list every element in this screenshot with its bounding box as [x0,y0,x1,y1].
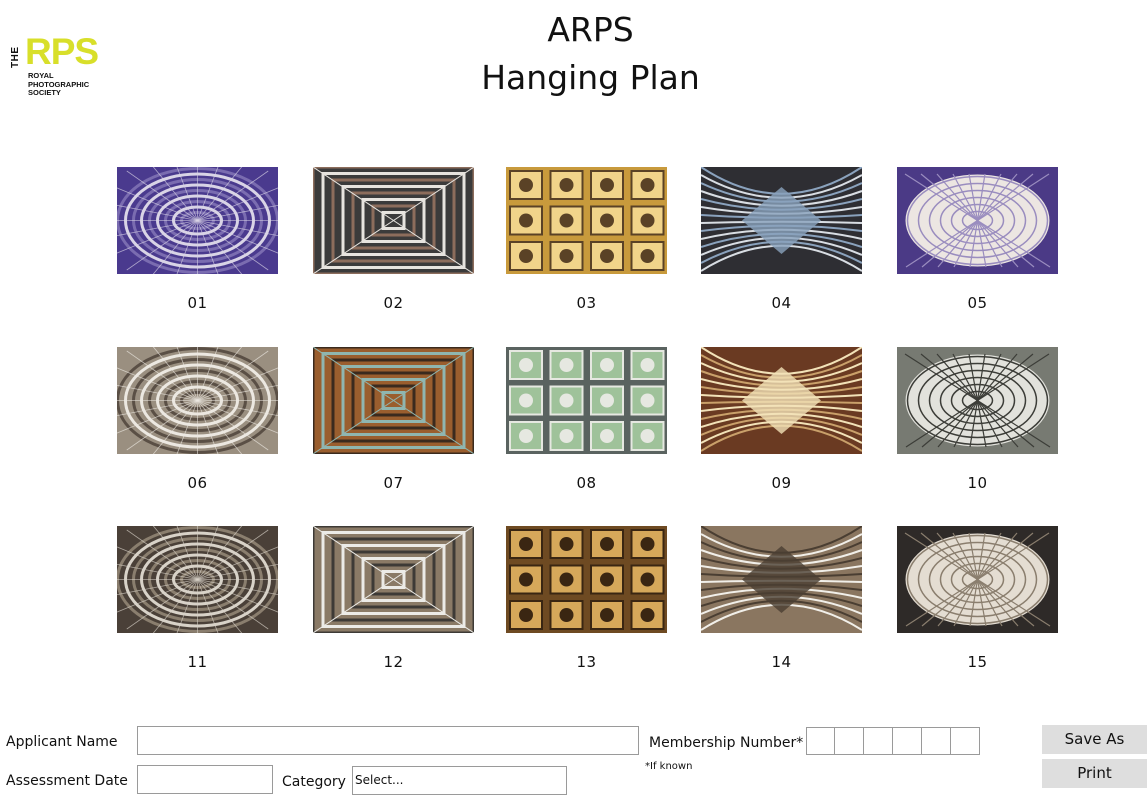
hanging-image-graphic [117,347,278,454]
hanging-image-10 [897,347,1058,454]
image-number-label: 01 [187,294,208,312]
hanging-image-03 [506,167,667,274]
hanging-image-09 [701,347,862,454]
membership-number-cell[interactable] [835,727,864,755]
membership-number-cell[interactable] [922,727,951,755]
membership-number-cell[interactable] [806,727,835,755]
hanging-image-07 [313,347,474,454]
hanging-image-14 [701,526,862,633]
image-number-label: 03 [576,294,597,312]
hanging-image-06 [117,347,278,454]
hanging-image-graphic [313,167,474,274]
image-number-label: 12 [383,653,404,671]
image-number-label: 08 [576,474,597,492]
membership-note: *If known [645,761,693,772]
hanging-image-01 [117,167,278,274]
image-number-label: 02 [383,294,404,312]
hanging-image-graphic [701,167,862,274]
hanging-image-graphic [313,347,474,454]
image-number-label: 09 [771,474,792,492]
hanging-image-graphic [897,167,1058,274]
hanging-image-11 [117,526,278,633]
applicant-name-label: Applicant Name [6,734,118,750]
hanging-image-05 [897,167,1058,274]
hanging-image-graphic [897,526,1058,633]
hanging-image-13 [506,526,667,633]
category-selected-value: Select... [355,773,404,787]
hanging-image-04 [701,167,862,274]
hanging-image-graphic [897,347,1058,454]
category-label: Category [282,774,346,790]
membership-number-cell[interactable] [951,727,980,755]
hanging-image-graphic [506,347,667,454]
page-title-line1: ARPS [547,10,634,49]
image-number-label: 14 [771,653,792,671]
hanging-image-graphic [117,167,278,274]
category-select[interactable]: Select... [352,766,567,795]
membership-number-label: Membership Number* [649,735,804,751]
hanging-image-graphic [506,526,667,633]
hanging-image-graphic [313,526,474,633]
membership-number-cell[interactable] [893,727,922,755]
hanging-image-graphic [117,526,278,633]
save-as-button[interactable]: Save As [1042,725,1147,754]
print-button[interactable]: Print [1042,759,1147,788]
image-number-label: 15 [967,653,988,671]
image-number-label: 07 [383,474,404,492]
hanging-image-15 [897,526,1058,633]
assessment-date-label: Assessment Date [6,773,128,789]
page-title: ARPS Hanging Plan [0,6,1147,102]
image-number-label: 06 [187,474,208,492]
image-number-label: 13 [576,653,597,671]
applicant-name-input[interactable] [137,726,639,755]
image-number-label: 11 [187,653,208,671]
image-number-label: 05 [967,294,988,312]
image-number-label: 04 [771,294,792,312]
hanging-image-graphic [701,347,862,454]
image-number-label: 10 [967,474,988,492]
membership-number-cell[interactable] [864,727,893,755]
hanging-image-graphic [701,526,862,633]
assessment-date-input[interactable] [137,765,273,794]
hanging-image-02 [313,167,474,274]
hanging-image-12 [313,526,474,633]
page-title-line2: Hanging Plan [481,58,700,97]
hanging-image-08 [506,347,667,454]
hanging-image-graphic [506,167,667,274]
